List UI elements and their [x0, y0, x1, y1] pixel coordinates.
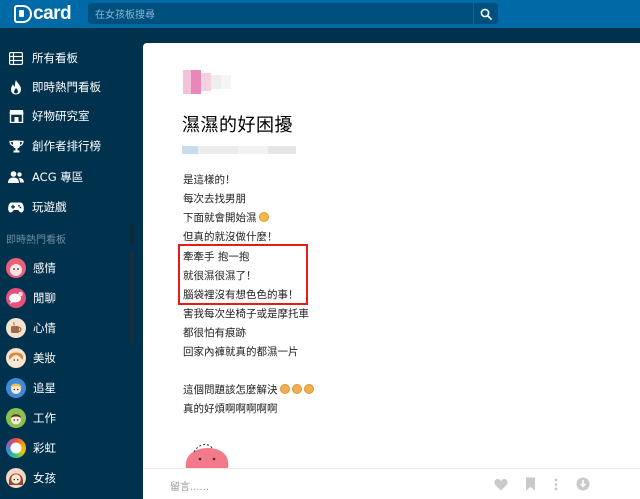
- nav-item-label: 所有看板: [32, 51, 78, 65]
- search-button[interactable]: [473, 3, 498, 24]
- download-icon[interactable]: [576, 477, 590, 491]
- nav-item-label: 玩遊戲: [32, 200, 67, 214]
- article-line: 都很怕有痕跡: [183, 327, 246, 339]
- board-item-makeup[interactable]: 美妝: [0, 343, 128, 373]
- comment-input[interactable]: 留言......: [170, 478, 209, 493]
- fire-icon: [8, 79, 24, 95]
- article-line: 真的好煩啊啊啊啊啊: [183, 403, 278, 415]
- search-input[interactable]: [88, 5, 473, 26]
- board-item-love[interactable]: 感情: [0, 253, 128, 283]
- article-action-bar: 留言......: [143, 468, 640, 499]
- dcard-logo[interactable]: card: [14, 2, 72, 26]
- worried-emoji-icon: [303, 384, 314, 394]
- bookmark-icon[interactable]: [523, 477, 537, 491]
- board-item-rainbow[interactable]: 彩虹: [0, 433, 128, 463]
- nav-item-label: 即時熱門看板: [32, 80, 101, 94]
- shop-icon: [8, 108, 24, 124]
- chat-board-icon: [6, 288, 26, 308]
- dcard-logo-icon: [14, 5, 32, 23]
- sticker-image: [182, 438, 232, 468]
- article-panel: 濕濕的好困擾 是這樣的！ 每次去找男朋 下面就會開始濕 但真的就沒做什麼！ 牽牽…: [143, 43, 640, 499]
- top-bar: card: [0, 0, 640, 28]
- nav-item-goods-lab[interactable]: 好物研究室: [0, 101, 135, 131]
- article-line: 每次去找男朋: [183, 193, 246, 205]
- article-meta-blurred: [182, 146, 297, 154]
- nav-item-creator-ranking[interactable]: 創作者排行榜: [0, 131, 135, 161]
- board-label: 彩虹: [33, 441, 56, 455]
- board-label: 美妝: [33, 351, 56, 365]
- board-item-idol[interactable]: 追星: [0, 373, 128, 403]
- sidebar-divider: [130, 224, 134, 246]
- article-line: 回家內褲就真的都濕一片: [183, 346, 299, 358]
- article-line: 是這樣的！: [183, 174, 236, 186]
- rainbow-board-icon: [6, 438, 26, 458]
- board-label: 女孩: [33, 471, 56, 485]
- nav-item-label: ACG 專區: [32, 170, 84, 184]
- red-highlight-box: [178, 244, 308, 305]
- article-title: 濕濕的好困擾: [182, 115, 293, 136]
- gamepad-icon: [8, 199, 24, 215]
- board-label: 心情: [33, 321, 56, 335]
- board-label: 工作: [33, 411, 56, 425]
- sidebar: 所有看板 即時熱門看板 好物研究室 創作者排行榜 ACG 專區 玩遊戲 即時熱門…: [0, 28, 135, 499]
- board-item-chat[interactable]: 閒聊: [0, 283, 128, 313]
- nav-item-games[interactable]: 玩遊戲: [0, 192, 135, 222]
- article-line: 下面就會開始濕: [183, 208, 269, 228]
- girl-board-icon: [6, 468, 26, 488]
- heart-icon[interactable]: [494, 477, 508, 491]
- makeup-board-icon: [6, 348, 26, 368]
- nav-item-all-boards[interactable]: 所有看板: [0, 43, 135, 73]
- search-icon: [480, 8, 492, 20]
- worried-emoji-icon: [279, 384, 290, 394]
- author-avatar-blurred: [183, 70, 233, 94]
- article-line: 害我每次坐椅子或是摩托車: [183, 308, 309, 320]
- love-board-icon: [6, 258, 26, 278]
- mood-board-icon: [6, 318, 26, 338]
- list-icon: [8, 50, 24, 66]
- worried-emoji-icon: [291, 384, 302, 394]
- nav-item-label: 創作者排行榜: [32, 139, 101, 153]
- board-item-mood[interactable]: 心情: [0, 313, 128, 343]
- nav-item-acg[interactable]: ACG 專區: [0, 162, 135, 192]
- board-label: 閒聊: [33, 291, 56, 305]
- search-box: [88, 3, 473, 26]
- idol-board-icon: [6, 378, 26, 398]
- work-board-icon: [6, 408, 26, 428]
- trophy-icon: [8, 138, 24, 154]
- section-title-trending: 即時熱門看板: [6, 235, 66, 246]
- logo-text: card: [33, 3, 72, 24]
- users-icon: [8, 169, 24, 185]
- board-item-work[interactable]: 工作: [0, 403, 128, 433]
- board-label: 感情: [33, 261, 56, 275]
- nav-item-label: 好物研究室: [32, 109, 90, 123]
- grin-emoji-icon: [258, 212, 269, 222]
- article-line: 這個問題該怎麼解決: [183, 380, 314, 400]
- more-options-icon[interactable]: [549, 477, 563, 491]
- board-label: 追星: [33, 381, 56, 395]
- sidebar-scrollbar[interactable]: [130, 250, 134, 343]
- nav-item-trending-boards[interactable]: 即時熱門看板: [0, 72, 135, 102]
- board-item-girl[interactable]: 女孩: [0, 463, 128, 493]
